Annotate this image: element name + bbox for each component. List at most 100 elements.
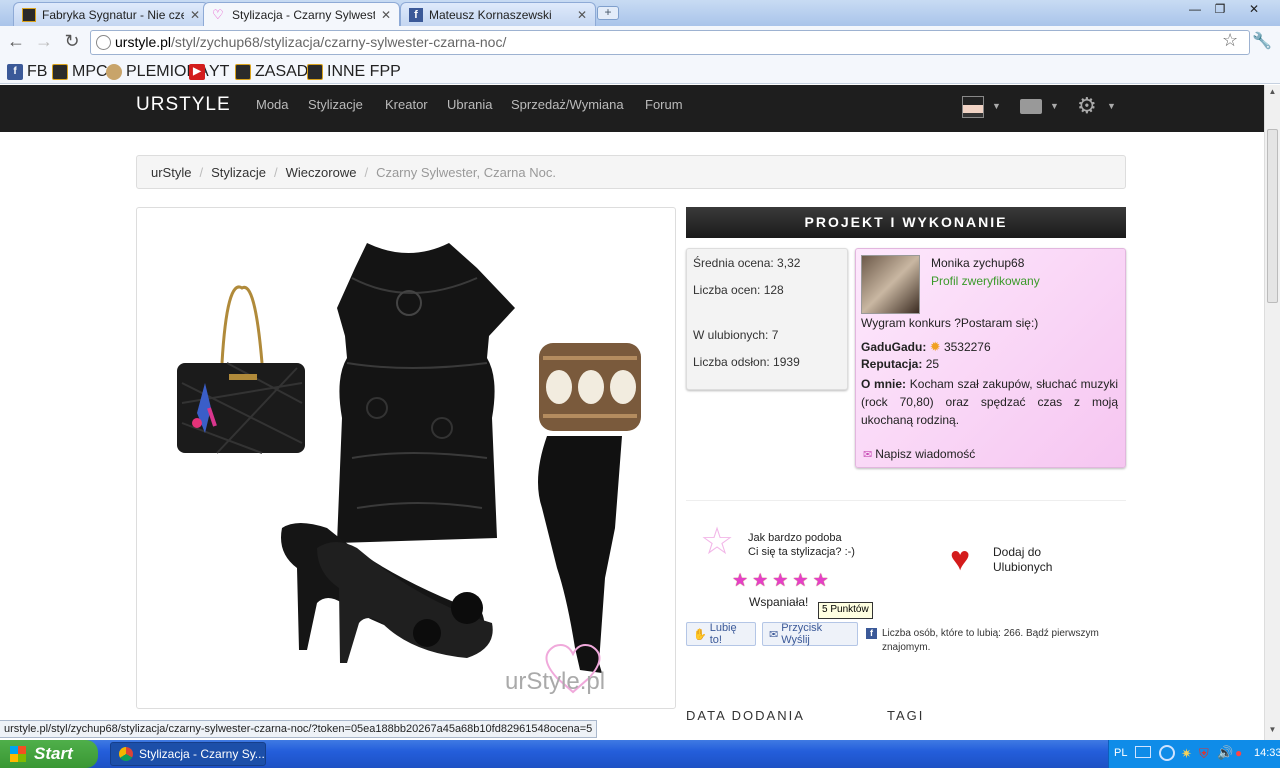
windows-logo-icon [10,746,26,762]
gadugadu-row: GaduGadu: ✹ 3532276 [861,339,991,354]
facebook-icon: f [409,7,423,22]
author-name[interactable]: Monika zychup68 [931,256,1024,270]
urstyle-icon: ♡ [212,6,224,22]
gadugadu-icon: ✹ [929,339,941,354]
taskbar-chrome-task[interactable]: Stylizacja - Czarny Sy... [110,742,266,766]
chevron-down-icon: ▼ [992,101,1001,111]
restore-icon[interactable]: ❐ [1208,2,1232,20]
author-avatar[interactable] [861,255,920,314]
rating-tooltip: 5 Punktów [818,602,873,619]
avatar [962,96,984,118]
close-icon[interactable]: ✕ [190,8,200,22]
reload-icon[interactable]: ↻ [61,31,83,53]
rating-star-icon[interactable]: ★ [732,570,748,591]
page-scrollbar[interactable]: ▲ ▼ [1264,85,1280,740]
bookmark-inne-fpp[interactable]: INNE FPP [307,63,401,81]
address-bar[interactable]: urstyle.pl/styl/zychup68/stylizacja/czar… [90,30,1250,55]
fb-send-button[interactable]: ✉ Przycisk Wyślij [762,622,858,646]
scroll-thumb[interactable] [1267,129,1278,303]
breadcrumb-wieczorowe[interactable]: Wieczorowe [286,165,357,180]
fpp-icon [52,64,68,80]
messages-menu[interactable]: ▼ [1020,96,1060,118]
minimize-icon[interactable]: — [1183,2,1207,20]
rating-star-badge-icon: ☆ [700,521,735,563]
nav-sprzedaz-wymiana[interactable]: Sprzedaż/Wymiana [511,97,624,112]
keyboard-icon[interactable] [1135,746,1151,758]
scroll-up-icon[interactable]: ▲ [1267,87,1278,99]
rating-question: Jak bardzo podoba Ci się ta stylizacja? … [748,532,855,558]
nav-ubrania[interactable]: Ubrania [447,97,493,112]
tab-fabryka[interactable]: Fabryka Sygnatur - Nie czekaj ✕ [13,2,209,26]
bracelet-item [539,343,641,431]
outfit-image [136,207,676,709]
rating-star-icon[interactable]: ★ [792,570,808,591]
handbag-item [177,285,305,454]
forward-icon[interactable]: → [33,31,55,53]
section-date-added: DATA DODANIA [686,708,805,723]
fb-like-count: Liczba osób, które to lubią: 266. Bądź p… [882,628,1099,653]
alert-icon[interactable]: ● [1235,746,1242,760]
reputation-row: Reputacja: 25 [861,357,940,371]
rating-star-icon[interactable]: ★ [813,570,829,591]
start-button[interactable]: Start [0,740,98,768]
language-indicator[interactable]: PL [1114,747,1127,759]
volume-icon[interactable]: 🔊 [1217,745,1233,761]
bookmark-mpc[interactable]: MPC [52,63,108,81]
tab-mateusz[interactable]: f Mateusz Kornaszewski ✕ [400,2,596,26]
divider [686,500,1126,501]
bookmark-fb[interactable]: f FB [7,63,47,81]
favorites-count: W ulubionych: 7 [693,328,779,342]
browser-status-bar: urstyle.pl/styl/zychup68/stylizacja/czar… [0,720,598,738]
breadcrumb-urstyle[interactable]: urStyle [151,165,191,180]
gear-icon: ⚙ [1077,93,1097,118]
back-arrow-icon[interactable] [1159,745,1175,761]
add-favorites-link[interactable]: Dodaj do Ulubionych [993,545,1052,575]
project-stats: Średnia ocena: 3,32 Liczba ocen: 128 W u… [686,248,848,390]
tab-stylizacja[interactable]: ♡ Stylizacja - Czarny Sylwester, ✕ [203,2,400,26]
nav-forum[interactable]: Forum [645,97,683,112]
clock[interactable]: 14:33 [1254,747,1280,759]
send-message-link[interactable]: ✉ Napisz wiadomość [863,447,975,461]
breadcrumb-current: Czarny Sylwester, Czarna Noc. [376,165,556,180]
new-tab-button[interactable]: + [597,6,619,20]
window-close-icon[interactable]: ✕ [1242,2,1266,20]
system-tray: PL ✷ ⛨ 🔊 ● 14:33 [1108,740,1280,768]
fpp-icon [307,64,323,80]
shoes-item [281,523,493,663]
fb-like-button[interactable]: ✋ Lubię to! [686,622,756,646]
breadcrumb: urStyle / Stylizacje / Wieczorowe / Czarny Syl… [136,155,1126,189]
breadcrumb-stylizacje[interactable]: Stylizacje [211,165,266,180]
back-icon[interactable]: ← [5,31,27,53]
section-tags: TAGI [887,708,925,723]
chevron-down-icon: ▼ [1107,101,1116,111]
rating-count: Liczba ocen: 128 [693,283,784,297]
close-icon[interactable]: ✕ [381,8,391,22]
thumbs-up-icon: ✋ [693,628,707,641]
site-logo[interactable]: URSTYLE [136,94,231,116]
rating-stars[interactable]: ★ ★ ★ ★ ★ [732,570,829,591]
nav-kreator[interactable]: Kreator [385,97,428,112]
bookmark-star-icon[interactable]: ☆ [1222,30,1238,51]
facebook-icon: f [866,628,877,639]
views-count: Liczba odsłon: 1939 [693,355,800,369]
shield-icon[interactable]: ⛨ [1199,746,1209,762]
comment-icon: ✉ [769,628,779,641]
close-icon[interactable]: ✕ [577,8,587,22]
settings-menu[interactable]: ⚙ ▼ [1077,93,1117,118]
verified-label: Profil zweryfikowany [931,274,1040,288]
nav-moda[interactable]: Moda [256,97,289,112]
avg-rating: Średnia ocena: 3,32 [693,256,801,270]
rating-star-icon[interactable]: ★ [772,570,788,591]
wrench-icon[interactable]: 🔧 [1252,31,1272,51]
rating-label: Wspaniała! [749,595,809,609]
author-motto: Wygram konkurs ?Postaram się:) [861,316,1039,330]
scroll-down-icon[interactable]: ▼ [1267,725,1278,737]
nav-stylizacje[interactable]: Stylizacje [308,97,363,112]
user-menu[interactable]: ▼ [962,96,1002,118]
heart-icon[interactable]: ♥ [950,540,970,578]
rating-star-icon[interactable]: ★ [752,570,768,591]
photo-watermark: urStyle.pl [505,668,606,695]
network-icon[interactable]: ✷ [1181,746,1192,762]
bookmark-yt[interactable]: ▶ YT [189,63,229,81]
envelope-icon: ✉ [863,448,873,461]
